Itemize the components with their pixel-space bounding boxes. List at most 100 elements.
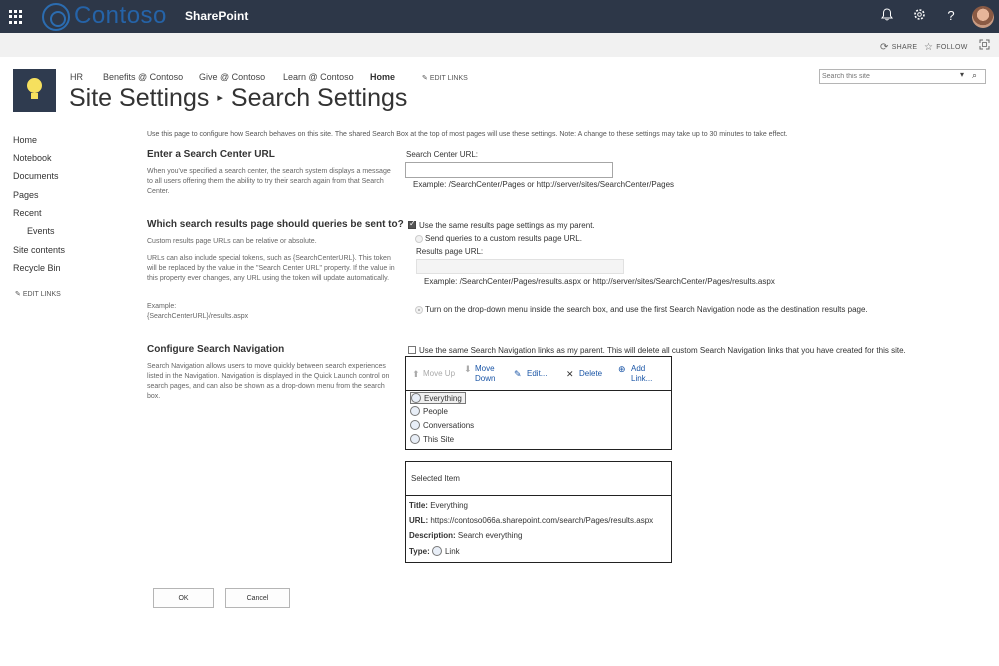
add-link-button[interactable]: ⊕ Add Link...	[618, 364, 652, 384]
section-title-search-navigation: Configure Search Navigation	[147, 344, 285, 355]
nav-node-label: Everything	[424, 394, 462, 403]
prop-description-label: Description:	[409, 531, 456, 540]
section-title-search-center: Enter a Search Center URL	[147, 149, 275, 160]
prop-url-value: https://contoso066a.sharepoint.com/searc…	[430, 516, 654, 525]
follow-label: FOLLOW	[936, 44, 968, 51]
leftnav-item-site-contents[interactable]: Site contents	[13, 245, 65, 255]
use-parent-results-checkbox[interactable]	[408, 219, 416, 229]
breadcrumb-site-settings[interactable]: Site Settings	[69, 84, 209, 112]
prop-description: Description: Search everything	[409, 531, 522, 540]
edit-node-button[interactable]: ✎ Edit...	[514, 369, 547, 379]
section-desc-results-3b: {SearchCenterURL}/results.aspx	[147, 313, 249, 320]
contoso-logo-icon[interactable]	[42, 3, 70, 31]
move-down-label-1: Move	[475, 364, 495, 373]
leftnav-edit-links[interactable]: ✎ EDIT LINKS	[15, 290, 61, 298]
lightbulb-base	[31, 93, 38, 99]
leftnav-item-events[interactable]: Events	[27, 226, 55, 236]
leftnav-item-home[interactable]: Home	[13, 135, 37, 145]
waffle-icon[interactable]	[9, 10, 23, 24]
focus-mode-icon[interactable]	[979, 39, 990, 52]
bell-icon[interactable]	[879, 8, 895, 24]
prop-title-value: Everything	[430, 501, 468, 510]
prop-type-label: Type:	[409, 547, 430, 556]
delete-x-icon: ✕	[566, 369, 574, 379]
use-parent-results-label: Use the same results page settings as my…	[419, 221, 595, 230]
topnav-item-hr[interactable]: HR	[70, 72, 83, 82]
section-desc-results-2: URLs can also include special tokens, su…	[147, 255, 395, 282]
follow-button[interactable]: ☆ FOLLOW	[924, 42, 968, 53]
topnav-item-learn[interactable]: Learn @ Contoso	[283, 72, 354, 82]
share-button[interactable]: ⟳ SHARE	[880, 42, 917, 53]
site-logo[interactable]	[13, 69, 56, 112]
use-parent-navigation-checkbox[interactable]	[408, 346, 416, 354]
leftnav-item-notebook[interactable]: Notebook	[13, 153, 52, 163]
move-down-label-2: Down	[475, 374, 496, 383]
search-center-url-label: Search Center URL:	[406, 150, 479, 159]
prop-type-value: Link	[431, 546, 460, 556]
nav-node-people[interactable]: People	[410, 406, 448, 418]
app-name[interactable]: SharePoint	[185, 9, 248, 23]
search-input[interactable]	[822, 71, 952, 82]
prop-description-value: Search everything	[457, 531, 523, 540]
leftnav-item-recent[interactable]: Recent	[13, 208, 42, 218]
prop-title-label: Title:	[409, 501, 428, 510]
topnav-item-home[interactable]: Home	[370, 72, 395, 82]
results-page-url-label: Results page URL:	[416, 247, 484, 256]
topnav-edit-links-label: EDIT LINKS	[429, 75, 468, 82]
ok-button[interactable]: OK	[153, 588, 214, 608]
link-node-icon	[411, 393, 421, 403]
prop-url: URL: https://contoso066a.sharepoint.com/…	[409, 516, 653, 525]
gear-icon[interactable]	[911, 8, 927, 24]
search-icon[interactable]: ⌕	[972, 70, 977, 81]
custom-results-label: Send queries to a custom results page UR…	[425, 234, 582, 243]
section-desc-results-1: Custom results page URLs can be relative…	[147, 238, 317, 245]
breadcrumb-current: Search Settings	[230, 84, 408, 112]
nav-node-conversations[interactable]: Conversations	[410, 420, 474, 432]
leftnav-item-pages[interactable]: Pages	[13, 190, 39, 200]
page-title: Site Settings ▸ Search Settings	[69, 84, 407, 113]
topnav-edit-links[interactable]: ✎ EDIT LINKS	[422, 74, 468, 82]
prop-url-label: URL:	[409, 516, 429, 525]
prop-title: Title: Everything	[409, 501, 468, 510]
leftnav-edit-links-label: EDIT LINKS	[22, 291, 61, 298]
breadcrumb-arrow-icon: ▸	[217, 92, 223, 104]
link-node-icon	[410, 420, 420, 430]
custom-results-radio[interactable]	[415, 235, 423, 243]
help-icon[interactable]: ?	[943, 8, 959, 24]
leftnav-item-documents[interactable]: Documents	[13, 171, 59, 181]
move-down-button[interactable]: ⬇ Move Down	[464, 364, 495, 384]
results-page-url-input[interactable]	[416, 259, 624, 274]
nav-node-label: People	[423, 407, 448, 416]
nav-node-label: This Site	[423, 435, 455, 444]
section-desc-results-3a: Example:	[147, 303, 177, 310]
site-search-box: ▾ ⌕	[819, 69, 986, 84]
share-label: SHARE	[891, 44, 918, 51]
prop-type-text: Link	[444, 547, 460, 556]
dropdown-menu-label: Turn on the drop-down menu inside the se…	[425, 305, 868, 314]
search-scope-dropdown-icon[interactable]: ▾	[960, 70, 964, 79]
link-node-icon	[410, 406, 420, 416]
search-center-url-input[interactable]	[405, 162, 613, 178]
add-link-label-1: Add	[631, 364, 646, 373]
topnav-item-benefits[interactable]: Benefits @ Contoso	[103, 72, 183, 82]
section-title-results-page: Which search results page should queries…	[147, 219, 404, 230]
avatar[interactable]	[972, 6, 994, 28]
edit-node-label: Edit...	[527, 369, 548, 378]
ribbon-bar: ⟳ SHARE ☆ FOLLOW	[0, 33, 999, 57]
section-desc-search-navigation: Search Navigation allows users to move q…	[147, 363, 390, 400]
results-page-url-example: Example: /SearchCenter/Pages/results.asp…	[424, 277, 775, 286]
add-link-label-2: Link...	[631, 374, 653, 383]
leftnav-item-recycle-bin[interactable]: Recycle Bin	[13, 263, 61, 273]
cancel-button[interactable]: Cancel	[225, 588, 290, 608]
star-icon: ☆	[924, 42, 934, 53]
brand-name[interactable]: Contoso	[74, 2, 167, 30]
dropdown-menu-radio[interactable]	[415, 306, 423, 314]
nav-node-everything[interactable]: Everything	[410, 392, 466, 404]
selected-item-header: Selected Item	[411, 474, 460, 483]
topnav-item-give[interactable]: Give @ Contoso	[199, 72, 265, 82]
nav-node-this-site[interactable]: This Site	[410, 434, 454, 446]
move-up-button[interactable]: ⬆ Move Up	[412, 369, 455, 379]
delete-node-button[interactable]: ✕ Delete	[566, 369, 602, 379]
search-center-url-example: Example: /SearchCenter/Pages or http://s…	[413, 180, 675, 189]
nav-node-label: Conversations	[423, 421, 475, 430]
